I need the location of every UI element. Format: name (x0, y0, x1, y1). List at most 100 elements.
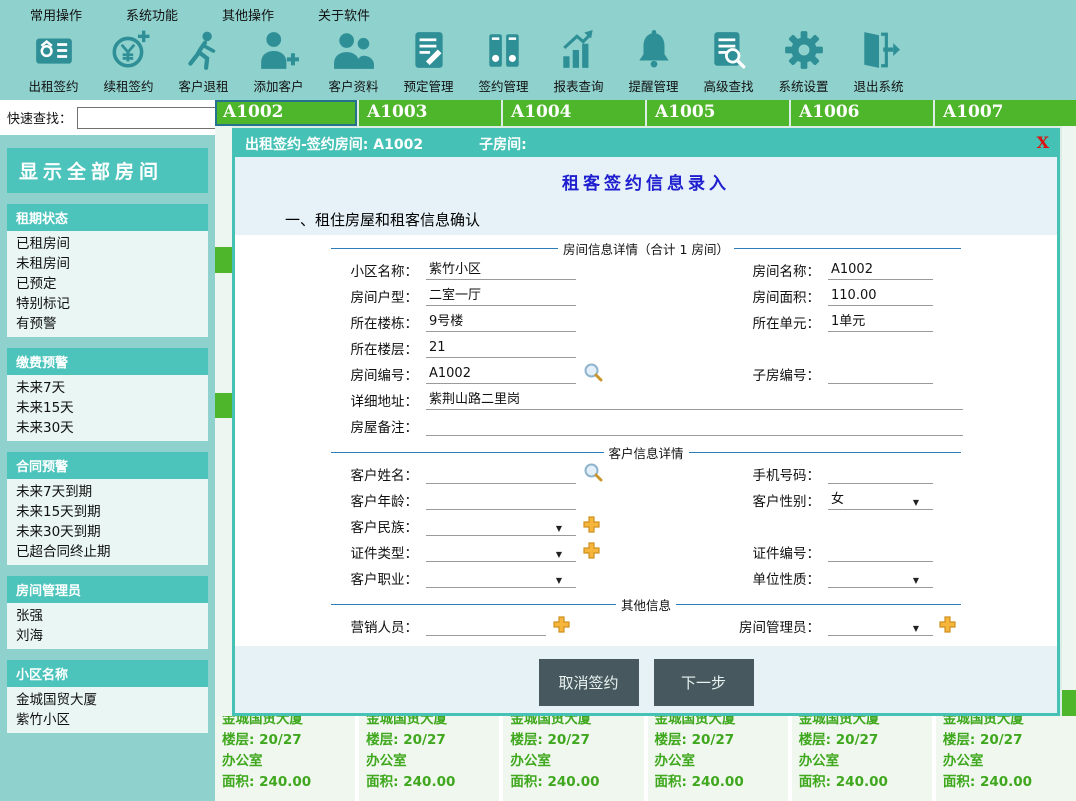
tool-report-query[interactable]: 报表查询 (541, 28, 616, 100)
chevron-down-icon[interactable]: ▼ (913, 494, 919, 512)
card-estate: 金城国贸大厦 (943, 716, 1069, 730)
address-field[interactable]: 紫荆山路二里岗 (426, 391, 963, 410)
job-select[interactable]: ▼ (426, 569, 576, 588)
tab-a1007[interactable]: A1007 (935, 100, 1076, 126)
sidebar-item-next7days[interactable]: 未来7天 (7, 378, 208, 398)
menu-system-func[interactable]: 系统功能 (126, 5, 178, 24)
sidebar-item-warned[interactable]: 有预警 (7, 314, 208, 334)
building-field[interactable]: 9号楼 (426, 313, 576, 332)
room-name-field[interactable]: A1002 (828, 261, 933, 280)
tab-a1004[interactable]: A1004 (503, 100, 645, 126)
sidebar-item-manager-2[interactable]: 刘海 (7, 626, 208, 646)
room-card[interactable]: 金城国贸大厦 楼层: 20/27 办公室 面积: 240.00 (648, 716, 788, 801)
room-no-field[interactable]: A1002 (426, 365, 576, 384)
chevron-down-icon[interactable]: ▼ (913, 572, 919, 590)
tool-customer-info[interactable]: 客户资料 (316, 28, 391, 100)
room-card[interactable]: 金城国贸大厦 楼层: 20/27 办公室 面积: 240.00 (215, 716, 355, 801)
floor-field[interactable]: 21 (426, 339, 576, 358)
ethnic-select[interactable]: ▼ (426, 517, 576, 536)
manager-select[interactable]: ▼ (828, 617, 933, 636)
rent-contract-icon (33, 29, 75, 75)
sidebar-item-manager-1[interactable]: 张强 (7, 606, 208, 626)
search-icon[interactable] (583, 462, 603, 486)
sidebar-item-rented[interactable]: 已租房间 (7, 234, 208, 254)
chevron-down-icon[interactable]: ▼ (556, 572, 562, 590)
tab-a1006[interactable]: A1006 (791, 100, 933, 126)
card-area: 面积: 240.00 (366, 772, 492, 793)
sidebar-item-expire7days[interactable]: 未来7天到期 (7, 482, 208, 502)
tool-rent-contract[interactable]: 出租签约 (16, 28, 91, 100)
phone-field[interactable] (828, 465, 933, 484)
settings-gear-icon (783, 29, 825, 75)
card-type: 办公室 (366, 751, 492, 772)
tool-tenant-checkout[interactable]: 客户退租 (166, 28, 241, 100)
employer-type-select[interactable]: ▼ (828, 569, 933, 588)
manager-label: 房间管理员： (730, 616, 820, 636)
tool-booking-manage[interactable]: 预定管理 (391, 28, 466, 100)
sidebar-item-expired[interactable]: 已超合同终止期 (7, 542, 208, 562)
estate-label: 小区名称： (333, 260, 418, 280)
menu-other-ops[interactable]: 其他操作 (222, 5, 274, 24)
room-card[interactable]: 金城国贸大厦 楼层: 20/27 办公室 面积: 240.00 (792, 716, 932, 801)
sidebar-item-marked[interactable]: 特别标记 (7, 294, 208, 314)
card-floor: 楼层: 20/27 (222, 730, 348, 751)
tool-renew-contract[interactable]: 续租签约 (91, 28, 166, 100)
sidebar-item-unrented[interactable]: 未租房间 (7, 254, 208, 274)
cancel-sign-button[interactable]: 取消签约 (539, 659, 639, 706)
tool-exit[interactable]: 退出系统 (841, 28, 916, 100)
layout-field[interactable]: 二室一厅 (426, 287, 576, 306)
estate-field[interactable]: 紫竹小区 (426, 261, 576, 280)
chevron-down-icon[interactable]: ▼ (556, 520, 562, 538)
sidebar-item-expire30days[interactable]: 未来30天到期 (7, 522, 208, 542)
customer-name-field[interactable] (426, 465, 576, 484)
id-type-select[interactable]: ▼ (426, 543, 576, 562)
tab-a1005[interactable]: A1005 (647, 100, 789, 126)
tab-a1003[interactable]: A1003 (359, 100, 501, 126)
chevron-down-icon[interactable]: ▼ (913, 620, 919, 638)
exit-door-icon (858, 29, 900, 75)
chevron-down-icon[interactable]: ▼ (556, 546, 562, 564)
sidebar: 快速查找： 显示全部房间 租期状态 已租房间 未租房间 已预定 特别标记 有预警… (0, 100, 215, 801)
card-type: 办公室 (655, 751, 781, 772)
quick-search-label: 快速查找： (7, 108, 72, 127)
tool-label: 客户资料 (328, 76, 378, 95)
add-plus-icon[interactable] (583, 516, 600, 537)
customer-name-label: 客户姓名： (333, 464, 418, 484)
sub-room-no-field[interactable] (828, 365, 933, 384)
add-plus-icon[interactable] (939, 616, 956, 637)
sidebar-item-estate-1[interactable]: 金城国贸大厦 (7, 690, 208, 710)
close-icon[interactable]: X (1037, 133, 1049, 153)
room-tabs: A1002 A1003 A1004 A1005 A1006 A1007 (215, 100, 1076, 126)
tool-contract-manage[interactable]: 签约管理 (466, 28, 541, 100)
search-icon[interactable] (583, 362, 603, 386)
room-card[interactable]: 金城国贸大厦 楼层: 20/27 办公室 面积: 240.00 (936, 716, 1076, 801)
id-no-field[interactable] (828, 543, 933, 562)
tool-settings[interactable]: 系统设置 (766, 28, 841, 100)
sidebar-item-estate-2[interactable]: 紫竹小区 (7, 710, 208, 730)
menu-about[interactable]: 关于软件 (318, 5, 370, 24)
customer-age-field[interactable] (426, 491, 576, 510)
gender-select[interactable]: 女▼ (828, 491, 933, 510)
sidebar-item-next30days[interactable]: 未来30天 (7, 418, 208, 438)
tab-a1002[interactable]: A1002 (215, 100, 357, 126)
room-card[interactable]: 金城国贸大厦 楼层: 20/27 办公室 面积: 240.00 (503, 716, 643, 801)
unit-field[interactable]: 1单元 (828, 313, 933, 332)
sidebar-item-next15days[interactable]: 未来15天 (7, 398, 208, 418)
add-plus-icon[interactable] (553, 616, 570, 637)
tool-advanced-search[interactable]: 高级查找 (691, 28, 766, 100)
menu-common-ops[interactable]: 常用操作 (30, 5, 82, 24)
add-plus-icon[interactable] (583, 542, 600, 563)
sidebar-item-expire15days[interactable]: 未来15天到期 (7, 502, 208, 522)
area-field[interactable]: 110.00 (828, 287, 933, 306)
section-title: 房间管理员 (7, 576, 208, 603)
gender-label: 客户性别： (730, 490, 820, 510)
show-all-rooms-button[interactable]: 显示全部房间 (7, 148, 208, 193)
next-step-button[interactable]: 下一步 (654, 659, 754, 706)
remark-field[interactable] (426, 417, 963, 436)
tool-reminder-manage[interactable]: 提醒管理 (616, 28, 691, 100)
room-card[interactable]: 金城国贸大厦 楼层: 20/27 办公室 面积: 240.00 (359, 716, 499, 801)
sidebar-item-reserved[interactable]: 已预定 (7, 274, 208, 294)
sales-field[interactable] (426, 617, 546, 636)
card-area: 面积: 240.00 (655, 772, 781, 793)
tool-add-customer[interactable]: 添加客户 (241, 28, 316, 100)
